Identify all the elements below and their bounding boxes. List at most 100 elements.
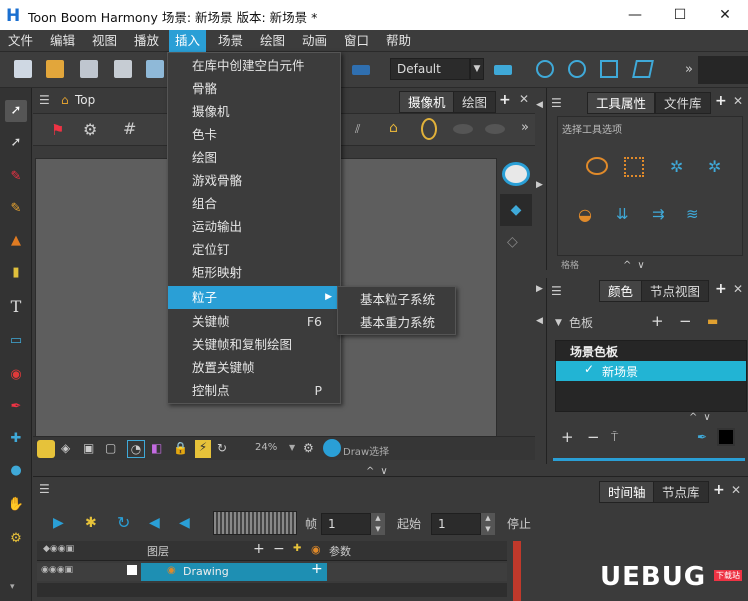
mirror-icon[interactable] — [421, 118, 437, 140]
close-panel-icon[interactable]: ✕ — [731, 483, 741, 497]
text-tool-icon[interactable]: T — [5, 296, 27, 318]
scale-icon[interactable] — [600, 60, 618, 78]
panel-menu-icon[interactable]: ☰ — [551, 284, 562, 298]
menu-drawing[interactable]: 绘图 — [254, 30, 291, 52]
onion-skin-icon[interactable]: ⫽ — [355, 122, 360, 137]
expand-left-icon[interactable]: ◀ — [536, 316, 543, 326]
skew-icon[interactable] — [632, 60, 654, 78]
marquee-icon[interactable] — [624, 157, 644, 177]
palette-list-scroll-icon[interactable]: ^∨ — [689, 412, 717, 423]
transform-icon[interactable] — [536, 60, 554, 78]
layer-name-cell[interactable]: ◉ Drawing + — [141, 561, 327, 581]
pivot-tool-icon[interactable]: ✚ — [5, 428, 27, 450]
close-panel-icon[interactable]: ✕ — [733, 282, 743, 296]
save-icon[interactable] — [80, 60, 98, 78]
stamp-tool-icon[interactable]: ▲ — [5, 230, 27, 252]
sound-scrub-icon[interactable]: ◀ — [179, 515, 190, 531]
snap-contour-icon[interactable]: ✲ — [670, 157, 683, 176]
rotate-icon[interactable] — [568, 60, 586, 78]
home-icon[interactable]: ⌂ — [61, 93, 69, 107]
layer-properties-icon[interactable]: ◉ — [311, 543, 321, 556]
maximize-button[interactable]: ☐ — [665, 4, 695, 26]
animate-mode-icon[interactable]: ⚑ — [51, 121, 64, 139]
palette-list-item[interactable]: ✓ 新场景 — [556, 361, 746, 381]
align-down-icon[interactable]: ⇊ — [616, 205, 629, 223]
submenu-item-basic-gravity-system[interactable]: 基本重力系统 — [338, 311, 455, 334]
menu-item-skeleton[interactable]: 骨骼 — [168, 77, 340, 100]
add-panel-icon[interactable]: + — [715, 281, 727, 297]
show-overlay-icon[interactable]: ◔ — [127, 440, 145, 458]
color-link-icon[interactable]: ⍑ — [611, 430, 618, 445]
props-resize-icon[interactable]: ^∨ — [623, 260, 651, 271]
add-color-icon[interactable]: + — [561, 428, 574, 446]
zoom-dropdown-icon[interactable]: ▼ — [289, 443, 295, 452]
reset-zoom-icon[interactable]: ↻ — [217, 441, 227, 455]
tab-tool-properties[interactable]: 工具属性 — [587, 92, 656, 114]
menu-item-rect-map[interactable]: 矩形映射 — [168, 261, 340, 284]
panel-menu-icon[interactable]: ☰ — [39, 93, 50, 107]
sound-icon[interactable]: ◀ — [149, 515, 160, 531]
toolbar-overflow-icon[interactable]: » — [685, 62, 693, 77]
tab-timeline[interactable]: 时间轴 — [599, 481, 655, 503]
eraser-tool-icon[interactable]: ▮ — [5, 262, 27, 284]
play-icon[interactable]: ▶ — [53, 515, 64, 531]
layer-icon[interactable]: ◈ — [61, 441, 70, 455]
tab-library[interactable]: 文件库 — [655, 92, 711, 114]
import-icon[interactable] — [146, 60, 164, 78]
menu-item-keyframe-duplicate[interactable]: 关键帧和复制绘图 — [168, 333, 340, 356]
contour-editor-icon[interactable]: ➚ — [5, 132, 27, 154]
open-scene-icon[interactable] — [46, 60, 64, 78]
menu-item-camera[interactable]: 摄像机 — [168, 100, 340, 123]
menu-item-motion-output[interactable]: 运动输出 — [168, 215, 340, 238]
menu-play[interactable]: 播放 — [128, 30, 165, 52]
tab-color[interactable]: 颜色 — [599, 280, 643, 302]
playback-speed-slider[interactable] — [213, 511, 297, 535]
expand-layer-icon[interactable]: + — [311, 561, 323, 577]
onion-color-icon[interactable]: ◧ — [151, 441, 162, 455]
dropper-tool-icon[interactable]: ✒ — [5, 396, 27, 418]
collapse-left-icon[interactable]: ◀ — [536, 100, 543, 110]
lock-icon[interactable]: 🔒 — [173, 441, 188, 455]
start-stepper[interactable]: ▲ ▼ — [481, 513, 495, 535]
menu-item-create-empty-symbol[interactable]: 在库中创建空白元件 — [168, 54, 340, 77]
frame-icon[interactable]: ▢ — [105, 441, 116, 455]
color-dropper-icon[interactable]: ✒ — [697, 430, 707, 444]
more-tools-icon[interactable]: ▾ — [10, 582, 15, 592]
remove-palette-icon[interactable]: − — [679, 312, 692, 330]
save-as-icon[interactable] — [114, 60, 132, 78]
menu-item-place-keyframe[interactable]: 放置关键帧 — [168, 356, 340, 379]
current-color-swatch[interactable] — [717, 428, 735, 446]
frame-input[interactable]: 1 — [321, 513, 371, 535]
select-tool-icon[interactable]: ➚ — [5, 100, 27, 122]
light-icon[interactable] — [37, 440, 55, 458]
align-right-icon[interactable]: ⇉ — [652, 205, 665, 223]
menu-item-game-bone[interactable]: 游戏骨骼 — [168, 169, 340, 192]
menu-help[interactable]: 帮助 — [380, 30, 417, 52]
add-peg-icon[interactable]: ✚ — [293, 543, 301, 554]
pencil-tool-icon[interactable]: ✎ — [5, 198, 27, 220]
play-selection-icon[interactable]: ✱ — [85, 515, 97, 531]
hand-tool-icon[interactable]: ✋ — [5, 494, 27, 516]
menu-item-peg[interactable]: 定位钉 — [168, 238, 340, 261]
add-palette-icon[interactable]: + — [651, 312, 664, 330]
bone-tool-icon[interactable]: ⚙ — [5, 528, 27, 550]
distribute-icon[interactable]: ≋ — [686, 205, 699, 223]
menu-window[interactable]: 窗口 — [338, 30, 375, 52]
menu-item-group[interactable]: 组合 — [168, 192, 340, 215]
expand-right-icon[interactable]: ▶ — [536, 284, 543, 294]
add-layer-icon[interactable]: + — [253, 541, 265, 557]
workspace-icon[interactable] — [494, 65, 512, 75]
reset-view-icon[interactable] — [485, 124, 505, 134]
snap-joint-icon[interactable]: ✲ — [708, 157, 721, 176]
breadcrumb[interactable]: Top — [75, 93, 95, 107]
menu-item-particles[interactable]: 粒子 ▶ — [168, 286, 340, 309]
minimize-button[interactable]: — — [620, 4, 650, 26]
camera-eye-icon[interactable] — [502, 162, 530, 186]
layer-row-toggles-icon[interactable]: ◉◉◉▣ — [41, 565, 73, 575]
layer-row[interactable]: ◉◉◉▣ ◉ Drawing + — [37, 561, 507, 581]
layer-color-swatch[interactable] — [127, 565, 137, 575]
brush-tool-icon[interactable]: ✎ — [5, 166, 27, 188]
menu-edit[interactable]: 编辑 — [44, 30, 81, 52]
tab-node-view[interactable]: 节点视图 — [641, 280, 710, 302]
playhead-marker[interactable] — [513, 541, 521, 601]
